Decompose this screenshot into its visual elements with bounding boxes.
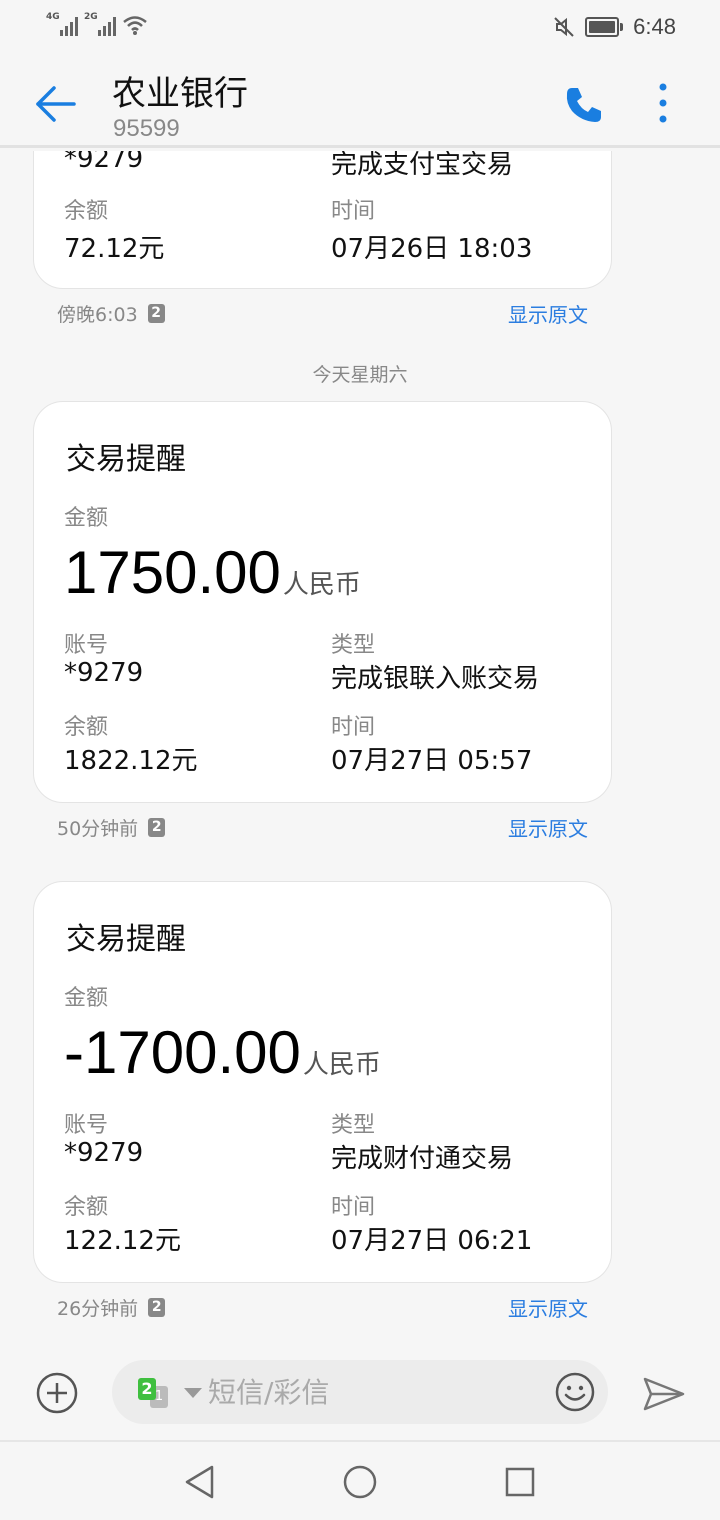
amount-label: 金额 [64, 986, 109, 1011]
show-original-link[interactable]: 显示原文 [508, 1293, 588, 1322]
status-bar: 4G 2G 6:48 [0, 0, 720, 56]
nav-recent-apps-icon[interactable] [504, 1466, 536, 1498]
balance-value: 1822.12元 [64, 746, 198, 776]
signal-sim1: 4G [46, 12, 78, 36]
type-value: 完成财付通交易 [331, 1144, 514, 1174]
received-time: 26分钟前 [57, 1298, 139, 1320]
contact-number: 95599 [113, 115, 180, 142]
status-right: 6:48 [553, 14, 676, 40]
message-card: 交易提醒 金额 1750.00人民币 账号 *9279 类型 完成银联入账交易 … [33, 401, 612, 803]
phone-icon[interactable] [563, 84, 605, 126]
sim-selector[interactable]: 1 2 [138, 1378, 174, 1410]
message-meta: 50分钟前 2 [57, 814, 166, 841]
type-label: 类型 [331, 633, 376, 658]
type-value: 完成支付宝交易 [331, 151, 514, 180]
type-value: 完成银联入账交易 [331, 664, 540, 694]
emoji-icon[interactable] [555, 1372, 595, 1412]
amount-row: -1700.00人民币 [64, 1018, 381, 1087]
chevron-down-icon[interactable] [184, 1388, 202, 1398]
signal-bars-icon [60, 14, 78, 36]
account-value: *9279 [64, 151, 144, 174]
conversation-header: 农业银行 95599 [0, 56, 720, 148]
back-arrow-icon[interactable] [34, 82, 78, 126]
nav-home-icon[interactable] [342, 1464, 378, 1500]
balance-label: 余额 [64, 1195, 109, 1220]
send-icon[interactable] [642, 1376, 686, 1412]
sim-badge: 2 [148, 1298, 166, 1317]
balance-value: 72.12元 [64, 234, 165, 264]
time-label: 时间 [331, 1195, 376, 1220]
battery-icon [585, 17, 624, 37]
message-input-wrapper: 1 2 [112, 1360, 608, 1424]
message-input[interactable] [208, 1374, 538, 1410]
currency-label: 人民币 [282, 569, 361, 599]
network-type-1: 4G [46, 12, 60, 22]
system-nav-bar [0, 1440, 720, 1520]
clock: 6:48 [633, 14, 676, 39]
amount-label: 金额 [64, 506, 109, 531]
more-options-icon[interactable] [650, 82, 676, 126]
status-left: 4G 2G [46, 12, 148, 36]
network-type-2: 2G [84, 12, 98, 22]
signal-bars-icon [98, 14, 116, 36]
account-value: *9279 [64, 1138, 144, 1168]
signal-sim2: 2G [84, 12, 116, 36]
account-label: 账号 [64, 633, 109, 658]
currency-label: 人民币 [302, 1049, 381, 1079]
nav-back-icon[interactable] [182, 1464, 218, 1500]
message-meta: 傍晚6:03 2 [57, 300, 165, 327]
balance-label: 余额 [64, 715, 109, 740]
message-card: *9279 完成支付宝交易 余额 72.12元 时间 07月26日 18:03 [33, 151, 612, 289]
amount-value: -1700.00 [64, 1019, 301, 1086]
message-card: 交易提醒 金额 -1700.00人民币 账号 *9279 类型 完成财付通交易 … [33, 881, 612, 1283]
time-label: 时间 [331, 199, 376, 224]
show-original-link[interactable]: 显示原文 [508, 813, 588, 842]
message-heading: 交易提醒 [66, 922, 186, 957]
message-composer: 1 2 [0, 1350, 720, 1440]
account-label: 账号 [64, 1113, 109, 1138]
add-attachment-icon[interactable] [36, 1372, 78, 1414]
balance-label: 余额 [64, 199, 109, 224]
received-time: 50分钟前 [57, 818, 139, 840]
message-heading: 交易提醒 [66, 442, 186, 477]
wifi-icon [123, 16, 147, 35]
type-label: 类型 [331, 1113, 376, 1138]
account-value: *9279 [64, 658, 144, 688]
sim-badge: 2 [147, 304, 165, 323]
mute-icon [554, 17, 574, 37]
contact-name: 农业银行 [112, 74, 248, 114]
date-separator: 今天星期六 [312, 364, 408, 386]
show-original-link[interactable]: 显示原文 [508, 299, 588, 328]
time-value: 07月26日 18:03 [331, 234, 533, 264]
message-meta: 26分钟前 2 [57, 1294, 166, 1321]
time-value: 07月27日 05:57 [331, 746, 533, 776]
sim-badge: 2 [148, 818, 166, 837]
time-label: 时间 [331, 715, 376, 740]
amount-row: 1750.00人民币 [64, 538, 361, 607]
sim-active-badge: 2 [138, 1378, 156, 1400]
received-time: 傍晚6:03 [57, 304, 138, 326]
amount-value: 1750.00 [64, 539, 281, 606]
time-value: 07月27日 06:21 [331, 1226, 533, 1256]
balance-value: 122.12元 [64, 1226, 181, 1256]
